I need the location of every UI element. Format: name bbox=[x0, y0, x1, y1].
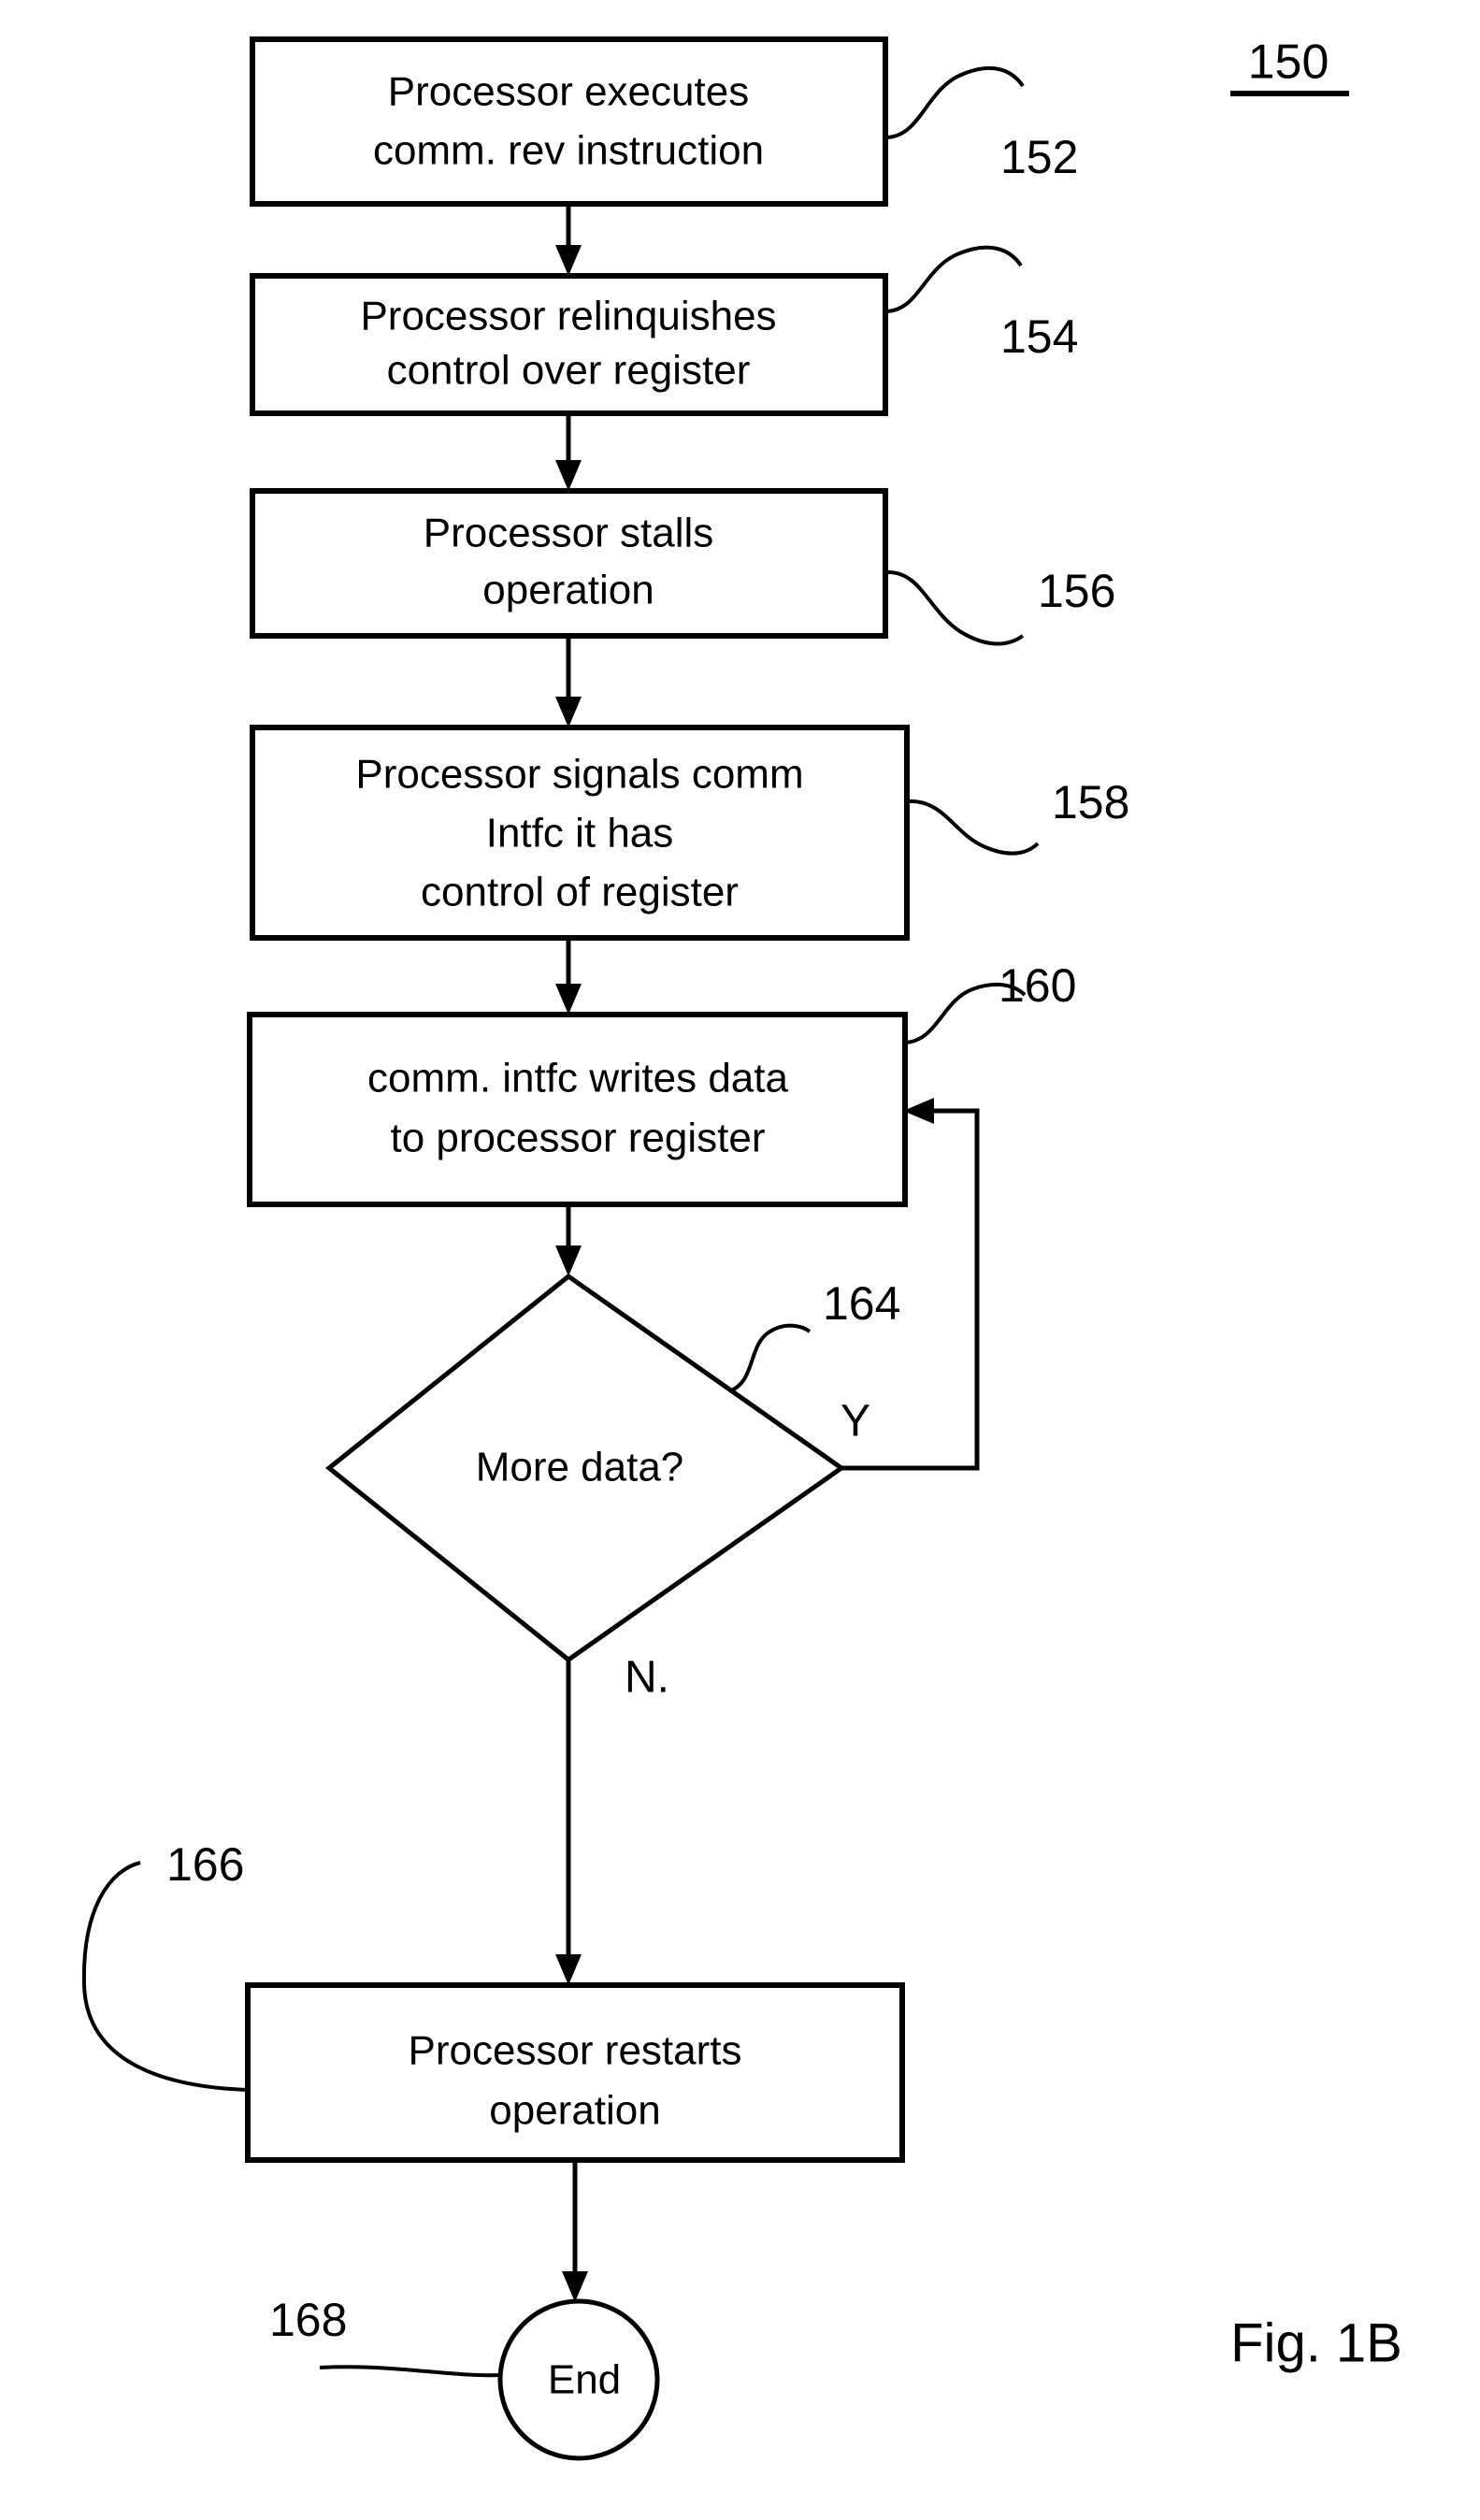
arrowhead-icon bbox=[555, 697, 582, 727]
leader-164: 164 bbox=[728, 1277, 900, 1393]
connector-152-to-154 bbox=[555, 204, 582, 276]
leader-158: 158 bbox=[907, 776, 1129, 856]
node-step-154: Processor relinquishes control over regi… bbox=[250, 273, 888, 416]
node-step-160: comm. intfc writes data to processor reg… bbox=[247, 1012, 908, 1207]
branch-no: N. bbox=[555, 1653, 669, 1985]
step-160-line-1: comm. intfc writes data bbox=[367, 1056, 788, 1102]
node-step-158: Processor signals comm Intfc it has cont… bbox=[250, 725, 910, 941]
step-158-line-1: Processor signals comm bbox=[355, 752, 803, 798]
leader-line-158 bbox=[907, 799, 1040, 856]
figure-number-label: 150 bbox=[1248, 36, 1329, 90]
step-154-line-2: control over register bbox=[387, 348, 751, 394]
leader-156: 156 bbox=[885, 565, 1115, 646]
step-158-line-3: control of register bbox=[421, 870, 739, 915]
step-166-line-2: operation bbox=[489, 2088, 660, 2134]
leader-line-152 bbox=[885, 65, 1025, 139]
leader-line-154 bbox=[885, 245, 1023, 313]
leader-line-166 bbox=[81, 1861, 249, 2092]
node-step-166: Processor restarts operation bbox=[245, 1982, 905, 2163]
flowchart-diagram: 150 Processor executes comm. rev instruc… bbox=[81, 36, 1402, 2461]
step-158-line-2: Intfc it has bbox=[486, 811, 674, 857]
figure-caption: Fig. 1B bbox=[1230, 2312, 1402, 2373]
arrowhead-icon bbox=[562, 2271, 588, 2302]
ref-number-154: 154 bbox=[1000, 310, 1078, 363]
arrowhead-icon bbox=[555, 1954, 582, 1985]
ref-number-166: 166 bbox=[166, 1838, 244, 1891]
end-label: End bbox=[548, 2357, 621, 2403]
decision-164-label: More data? bbox=[476, 1445, 684, 1490]
branch-label-yes: Y bbox=[841, 1397, 870, 1447]
connector-166-to-end bbox=[562, 2160, 588, 2302]
figure-number-group: 150 bbox=[1230, 36, 1349, 96]
step-166-line-1: Processor restarts bbox=[409, 2028, 742, 2074]
ref-number-160: 160 bbox=[999, 959, 1076, 1012]
ref-number-168: 168 bbox=[269, 2294, 347, 2346]
leader-154: 154 bbox=[885, 245, 1078, 363]
arrowhead-icon bbox=[555, 984, 582, 1015]
step-154-line-1: Processor relinquishes bbox=[360, 294, 776, 339]
leader-line-164 bbox=[728, 1323, 812, 1393]
node-step-152: Processor executes comm. rev instruction bbox=[250, 36, 888, 207]
step-152-line-1: Processor executes bbox=[388, 69, 749, 115]
node-step-156: Processor stalls operation bbox=[250, 488, 888, 639]
patent-figure: 150 Processor executes comm. rev instruc… bbox=[0, 0, 1480, 2520]
ref-number-152: 152 bbox=[1000, 131, 1078, 183]
node-terminator-168: End bbox=[497, 2298, 660, 2461]
step-156-line-1: Processor stalls bbox=[424, 511, 714, 556]
arrowhead-icon bbox=[555, 245, 582, 276]
step-152-line-2: comm. rev instruction bbox=[373, 128, 764, 174]
step-160-box bbox=[247, 1012, 908, 1207]
leader-line-156 bbox=[885, 569, 1025, 646]
connector-158-to-160 bbox=[555, 938, 582, 1015]
leader-166: 166 bbox=[81, 1838, 249, 2092]
step-160-line-2: to processor register bbox=[390, 1116, 765, 1161]
step-152-box bbox=[250, 36, 888, 207]
leader-152: 152 bbox=[885, 65, 1078, 183]
leader-160: 160 bbox=[905, 959, 1076, 1044]
connector-160-to-164 bbox=[555, 1204, 582, 1276]
branch-label-no: N. bbox=[625, 1653, 669, 1703]
ref-number-158: 158 bbox=[1052, 776, 1129, 828]
ref-number-164: 164 bbox=[823, 1277, 900, 1330]
connector-156-to-158 bbox=[555, 636, 582, 727]
step-156-line-2: operation bbox=[482, 568, 654, 613]
arrowhead-icon bbox=[555, 460, 582, 491]
connector-154-to-156 bbox=[555, 413, 582, 491]
leader-line-168 bbox=[319, 2365, 502, 2378]
ref-number-156: 156 bbox=[1038, 565, 1115, 617]
arrowhead-icon bbox=[555, 1246, 582, 1276]
leader-168: 168 bbox=[269, 2294, 502, 2378]
